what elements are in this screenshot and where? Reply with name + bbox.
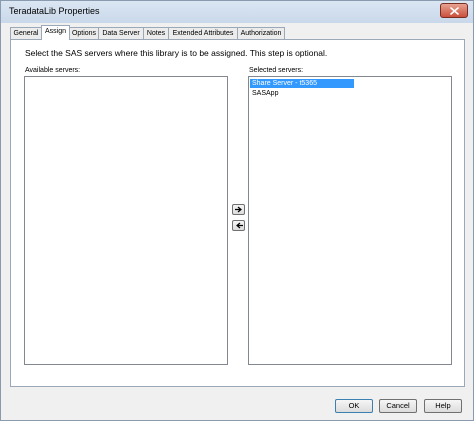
available-servers-list[interactable] bbox=[24, 76, 228, 365]
instruction-text: Select the SAS servers where this librar… bbox=[25, 48, 328, 58]
help-button[interactable]: Help bbox=[424, 399, 462, 413]
close-icon bbox=[450, 7, 459, 15]
tab-options[interactable]: Options bbox=[69, 27, 99, 39]
selected-servers-list[interactable]: Share Server - t5365 SASApp bbox=[248, 76, 452, 365]
selected-servers-label: Selected servers: bbox=[249, 67, 304, 74]
arrow-right-icon bbox=[235, 206, 242, 213]
tab-data-server[interactable]: Data Server bbox=[98, 27, 144, 39]
close-button[interactable] bbox=[440, 3, 468, 18]
list-item[interactable]: SASApp bbox=[250, 89, 280, 98]
arrow-left-icon bbox=[236, 222, 243, 229]
move-right-button[interactable] bbox=[232, 204, 245, 215]
cancel-button[interactable]: Cancel bbox=[379, 399, 417, 413]
tab-assign[interactable]: Assign bbox=[41, 25, 70, 40]
assign-panel: Select the SAS servers where this librar… bbox=[10, 39, 465, 387]
window-title: TeradataLib Properties bbox=[9, 6, 100, 16]
title-bar[interactable]: TeradataLib Properties bbox=[1, 1, 473, 23]
properties-dialog: TeradataLib Properties General Assign Op… bbox=[0, 0, 474, 421]
tab-extended-attributes[interactable]: Extended Attributes bbox=[168, 27, 238, 39]
tab-notes[interactable]: Notes bbox=[143, 27, 169, 39]
list-item[interactable]: Share Server - t5365 bbox=[250, 79, 354, 88]
move-left-button[interactable] bbox=[232, 220, 245, 231]
tab-authorization[interactable]: Authorization bbox=[237, 27, 285, 39]
ok-button[interactable]: OK bbox=[335, 399, 373, 413]
available-servers-label: Available servers: bbox=[25, 67, 81, 74]
tab-general[interactable]: General bbox=[10, 27, 42, 39]
